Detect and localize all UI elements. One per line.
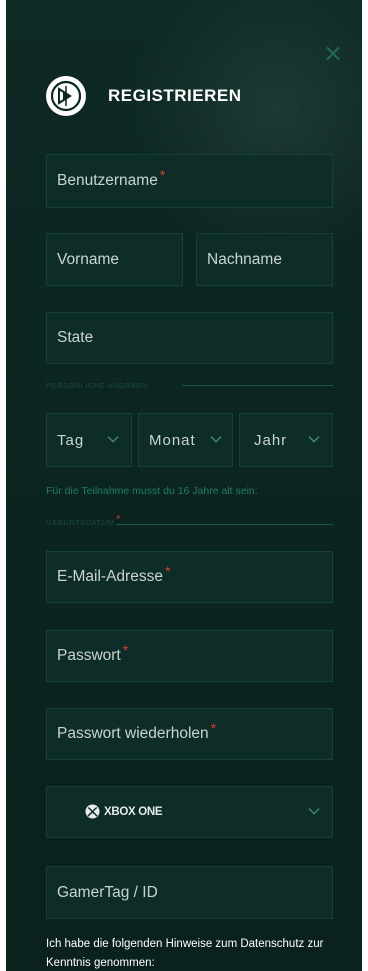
year-select[interactable]: Jahr bbox=[239, 413, 333, 467]
registration-panel: × REGISTRIEREN Benutzername * Vorname Na… bbox=[6, 0, 362, 971]
firstname-placeholder: Vorname bbox=[57, 250, 120, 268]
email-field[interactable]: E-Mail-Adresse * bbox=[46, 551, 333, 603]
chevron-down-icon bbox=[210, 436, 222, 443]
password-repeat-placeholder: Passwort wiederholen bbox=[57, 725, 209, 742]
month-select[interactable]: Monat bbox=[138, 413, 233, 467]
day-select-label: Tag bbox=[57, 431, 85, 449]
gamertag-field[interactable]: GamerTag / ID bbox=[46, 866, 333, 919]
required-marker: * bbox=[164, 563, 171, 579]
section-label-personal: PERSÖNLICHE ANGABEN bbox=[46, 381, 148, 390]
age-notice: Für die Teilnahme musst du 16 Jahre alt … bbox=[46, 485, 258, 497]
state-placeholder: State bbox=[57, 329, 94, 346]
firstname-field[interactable]: Vorname bbox=[46, 233, 183, 286]
xbox-icon bbox=[85, 804, 100, 819]
chevron-down-icon bbox=[107, 436, 119, 443]
username-field[interactable]: Benutzername * bbox=[46, 154, 333, 208]
required-marker: * bbox=[122, 642, 129, 658]
chevron-down-icon bbox=[308, 436, 320, 443]
state-field[interactable]: State bbox=[46, 312, 333, 364]
section-divider bbox=[182, 385, 333, 386]
lastname-placeholder: Nachname bbox=[207, 250, 282, 268]
email-placeholder: E-Mail-Adresse bbox=[57, 568, 163, 585]
privacy-consent-text: Ich habe die folgenden Hinweise zum Date… bbox=[46, 938, 324, 969]
year-select-label: Jahr bbox=[254, 431, 288, 449]
password-repeat-field[interactable]: Passwort wiederholen * bbox=[46, 708, 333, 760]
lastname-field[interactable]: Nachname bbox=[196, 233, 333, 286]
birthdate-label-text: GEBURTSDATUM bbox=[46, 518, 115, 527]
password-field[interactable]: Passwort * bbox=[46, 630, 333, 682]
dialog-title: REGISTRIEREN bbox=[108, 86, 242, 105]
section-divider bbox=[116, 524, 333, 525]
gamertag-placeholder: GamerTag / ID bbox=[57, 883, 158, 901]
username-placeholder: Benutzername bbox=[57, 172, 158, 189]
day-select[interactable]: Tag bbox=[46, 413, 132, 467]
required-marker: * bbox=[159, 167, 166, 183]
platform-selected: XBOX ONE bbox=[85, 804, 163, 819]
section-label-birthdate: GEBURTSDATUM * bbox=[46, 514, 121, 528]
dfb-logo-icon bbox=[46, 76, 86, 116]
dialog-header: REGISTRIEREN bbox=[46, 76, 242, 116]
password-placeholder: Passwort bbox=[57, 647, 121, 664]
required-marker: * bbox=[210, 720, 217, 736]
chevron-down-icon bbox=[308, 808, 320, 815]
platform-select[interactable]: XBOX ONE bbox=[46, 786, 333, 838]
close-icon[interactable]: × bbox=[322, 41, 344, 65]
month-select-label: Monat bbox=[149, 431, 196, 449]
platform-selected-label: XBOX ONE bbox=[104, 805, 163, 818]
